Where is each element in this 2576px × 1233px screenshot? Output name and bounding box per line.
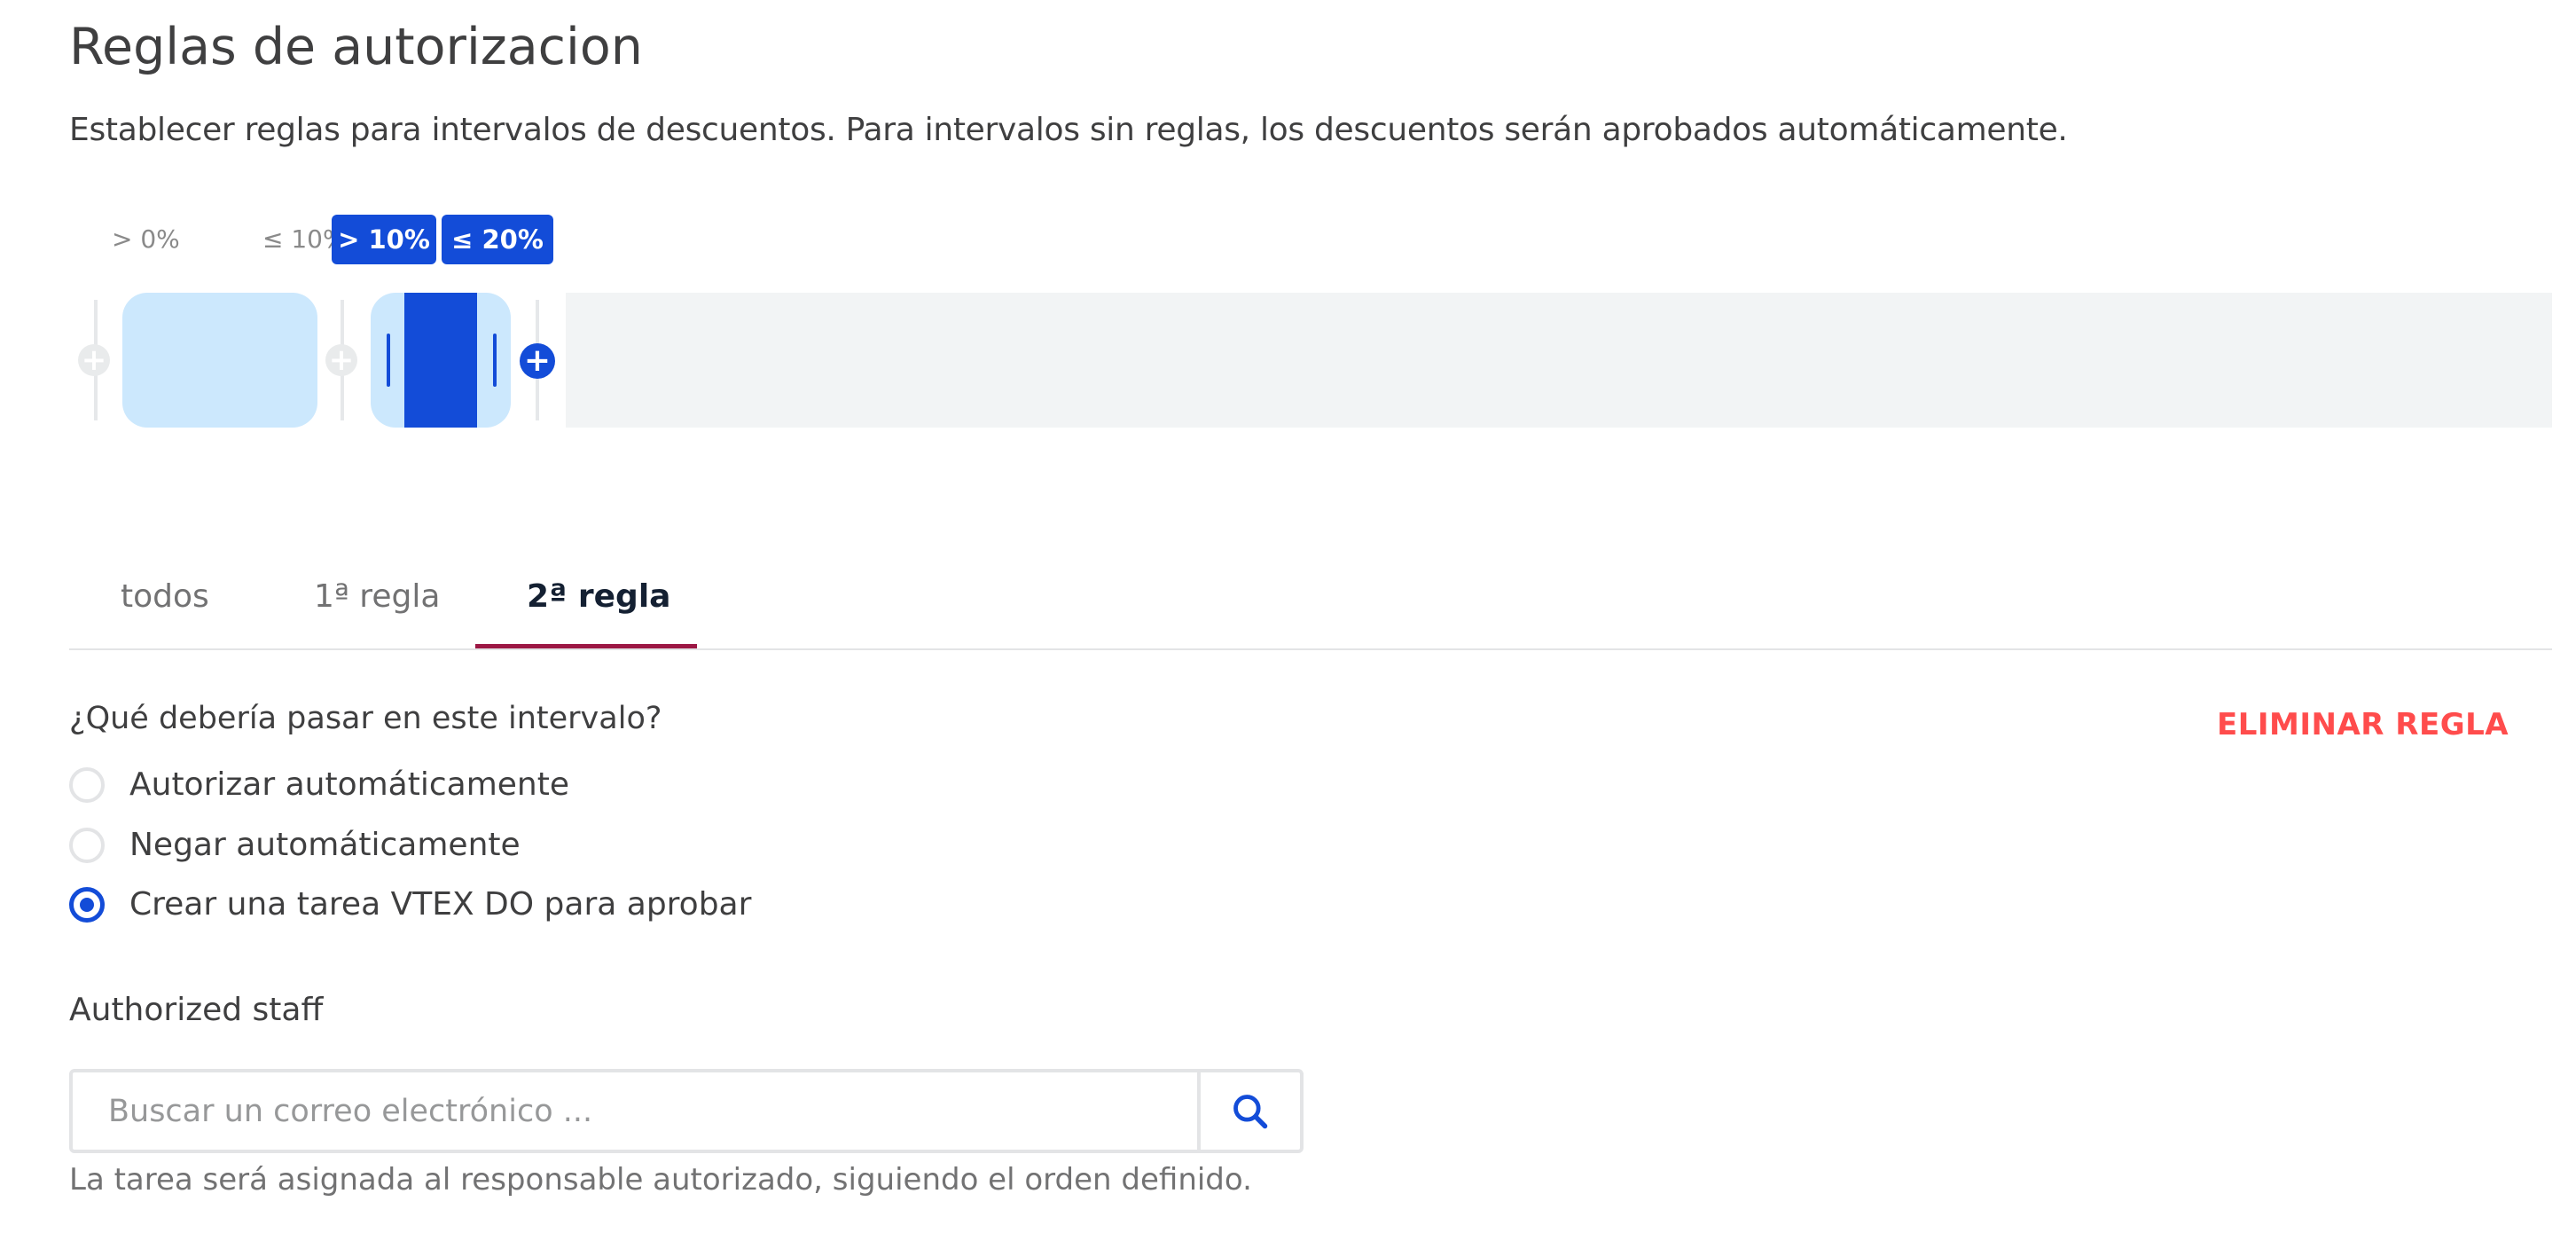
tab-rule-1[interactable]: 1ª regla bbox=[314, 578, 440, 615]
radio-label: Negar automáticamente bbox=[129, 827, 521, 863]
tab-todos[interactable]: todos bbox=[121, 578, 209, 615]
range-handle-end[interactable] bbox=[493, 334, 497, 387]
tabs-divider bbox=[69, 648, 2552, 650]
tab-rule-2[interactable]: 2ª regla bbox=[527, 578, 670, 615]
radio-option-auto-deny[interactable]: Negar automáticamente bbox=[69, 827, 521, 863]
range-tag-end: ≤ 20% bbox=[442, 215, 553, 264]
search-icon bbox=[1233, 1094, 1268, 1128]
page-description: Establecer reglas para intervalos de des… bbox=[69, 112, 2068, 148]
range-segment-rule-1[interactable] bbox=[122, 293, 317, 428]
radio-label: Autorizar automáticamente bbox=[129, 766, 570, 803]
staff-search-input[interactable] bbox=[73, 1072, 1199, 1150]
range-handle-start[interactable] bbox=[387, 334, 390, 387]
staff-hint-text: La tarea será asignada al responsable au… bbox=[69, 1162, 1252, 1198]
radio-option-auto-authorize[interactable]: Autorizar automáticamente bbox=[69, 766, 569, 803]
range-label-min: > 0% bbox=[112, 224, 180, 254]
page-title: Reglas de autorizacion bbox=[69, 18, 643, 76]
rule-question: ¿Qué debería pasar en este intervalo? bbox=[69, 701, 662, 736]
radio-label: Crear una tarea VTEX DO para aprobar bbox=[129, 886, 752, 923]
search-button[interactable] bbox=[1197, 1072, 1300, 1150]
range-tag-start: > 10% bbox=[332, 215, 436, 264]
add-interval-icon[interactable]: + bbox=[78, 344, 110, 376]
radio-button[interactable] bbox=[69, 766, 105, 803]
radio-button-selected[interactable] bbox=[69, 886, 105, 923]
active-tab-indicator bbox=[475, 644, 697, 648]
radio-button[interactable] bbox=[69, 827, 105, 863]
delete-rule-button[interactable]: ELIMINAR REGLA bbox=[2217, 707, 2509, 742]
range-segment-selected[interactable] bbox=[404, 293, 477, 428]
radio-option-create-task[interactable]: Crear una tarea VTEX DO para aprobar bbox=[69, 886, 751, 923]
staff-search-box bbox=[69, 1069, 1304, 1153]
add-interval-icon[interactable]: + bbox=[520, 343, 555, 379]
authorized-staff-label: Authorized staff bbox=[69, 992, 324, 1028]
add-interval-icon[interactable]: + bbox=[325, 344, 357, 376]
